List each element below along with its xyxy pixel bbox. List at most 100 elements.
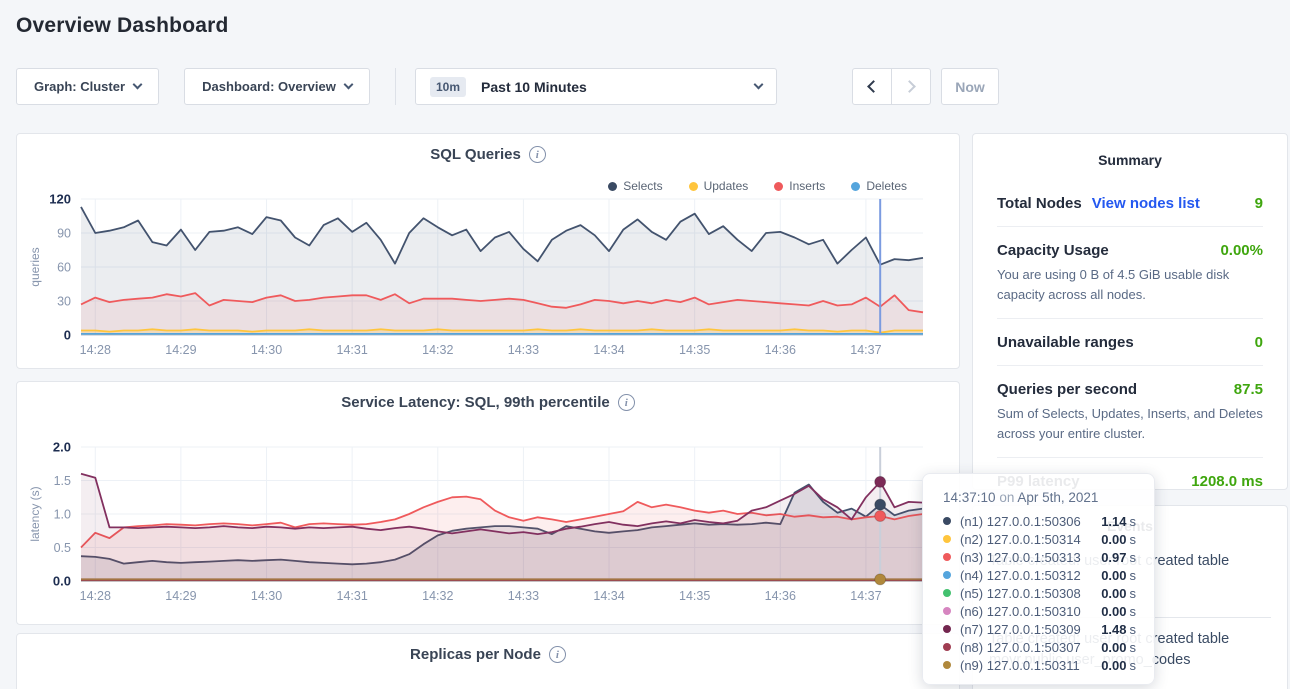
- tooltip-node-unit: s: [1130, 604, 1137, 619]
- x-axis-tick: 14:32: [422, 589, 453, 603]
- chevron-down-icon: [754, 80, 764, 90]
- x-axis-tick: 14:33: [508, 589, 539, 603]
- crosshair-dot: [875, 499, 886, 510]
- now-button[interactable]: Now: [941, 68, 999, 105]
- summary-stat-label: Capacity Usage: [997, 242, 1109, 259]
- summary-row: Unavailable ranges0: [997, 318, 1263, 365]
- tooltip-node-label: (n6) 127.0.0.1:50310: [960, 604, 1081, 619]
- tooltip-node-unit: s: [1130, 586, 1137, 601]
- graph-dropdown-label: Graph: Cluster: [34, 79, 125, 94]
- tooltip-node-dot: [943, 553, 951, 561]
- x-axis-tick: 14:37: [850, 589, 881, 603]
- tooltip-node-unit: s: [1130, 532, 1137, 547]
- summary-stat-label: Total Nodes: [997, 195, 1082, 212]
- crosshair-dot: [875, 574, 886, 585]
- chevron-left-icon: [867, 80, 880, 93]
- time-range-label: Past 10 Minutes: [481, 79, 587, 95]
- tooltip-node-value: 0.00: [1101, 604, 1126, 619]
- chevron-right-icon: [903, 80, 916, 93]
- tooltip-node-unit: s: [1130, 640, 1137, 655]
- summary-rows: Total Nodes View nodes list 9 Capacity Usag…: [973, 180, 1287, 504]
- x-axis-tick: 14:34: [593, 589, 624, 603]
- x-axis-tick: 14:36: [765, 589, 796, 603]
- tooltip-node-label: (n3) 127.0.0.1:50313: [960, 550, 1081, 565]
- tooltip-node-row: (n6) 127.0.0.1:50310 0.00 s: [943, 602, 1136, 620]
- x-axis-tick: 14:35: [679, 589, 710, 603]
- y-axis-unit-label: queries: [28, 247, 42, 286]
- overview-dashboard-page: Overview Dashboard Graph: Cluster Dashbo…: [0, 0, 1290, 689]
- tooltip-node-value: 1.48: [1101, 622, 1126, 637]
- replicas-per-node-card: Replicas per Node i: [16, 633, 960, 689]
- chevron-down-icon: [133, 80, 143, 90]
- tooltip-node-dot: [943, 517, 951, 525]
- summary-stat-value: 0: [1255, 334, 1263, 351]
- tooltip-node-unit: s: [1130, 658, 1137, 673]
- view-nodes-list-link[interactable]: View nodes list: [1092, 195, 1200, 212]
- y-axis-tick: 0.5: [54, 541, 71, 555]
- y-axis-tick: 30: [57, 295, 71, 309]
- summary-row: Capacity Usage0.00% You are using 0 B of …: [997, 226, 1263, 318]
- tooltip-node-row: (n3) 127.0.0.1:503130.97s: [943, 548, 1136, 566]
- info-icon[interactable]: i: [549, 646, 566, 663]
- tooltip-node-dot: [943, 571, 951, 579]
- y-axis-tick: 0: [64, 328, 71, 343]
- x-axis-tick: 14:33: [508, 343, 539, 357]
- now-button-label: Now: [955, 79, 985, 95]
- page-title: Overview Dashboard: [16, 14, 229, 38]
- tooltip-node-label: (n5) 127.0.0.1:50308: [960, 586, 1081, 601]
- tooltip-node-label: (n1) 127.0.0.1:50306: [960, 514, 1081, 529]
- summary-stat-value: 9: [1255, 195, 1263, 212]
- tooltip-node-dot: [943, 607, 951, 615]
- tooltip-node-label: (n4) 127.0.0.1:50312: [960, 568, 1081, 583]
- tooltip-node-row: (n9) 127.0.0.1:503110.00s: [943, 656, 1136, 674]
- time-prev-button[interactable]: [852, 68, 892, 105]
- x-axis-tick: 14:29: [165, 589, 196, 603]
- tooltip-node-row: (n1) 127.0.0.1:503061.14s: [943, 512, 1136, 530]
- sql-queries-chart[interactable]: 14:2814:2914:3014:3114:3214:3314:3414:35…: [17, 134, 961, 370]
- x-axis-tick: 14:30: [251, 343, 282, 357]
- x-axis-tick: 14:34: [593, 343, 624, 357]
- crosshair-dot: [875, 476, 886, 487]
- time-range-picker[interactable]: 10m Past 10 Minutes: [415, 68, 777, 105]
- graph-dropdown[interactable]: Graph: Cluster: [16, 68, 159, 105]
- dashboard-dropdown[interactable]: Dashboard: Overview: [184, 68, 370, 105]
- y-axis-unit-label: latency (s): [28, 486, 42, 541]
- tooltip-node-row: (n4) 127.0.0.1:503120.00s: [943, 566, 1136, 584]
- summary-stat-description: You are using 0 B of 4.5 GiB usable disk…: [997, 265, 1263, 304]
- summary-row: Queries per second87.5Sum of Selects, Up…: [997, 365, 1263, 457]
- tooltip-node-value: 0.00: [1101, 532, 1126, 547]
- x-axis-tick: 14:28: [80, 343, 111, 357]
- tooltip-node-row: (n5) 127.0.0.1:503080.00s: [943, 584, 1136, 602]
- summary-stat-value: 1208.0 ms: [1191, 473, 1263, 490]
- tooltip-node-value: 0.00: [1101, 658, 1126, 673]
- summary-row-head: Capacity Usage0.00%: [997, 242, 1263, 259]
- x-axis-tick: 14:37: [850, 343, 881, 357]
- tooltip-node-dot: [943, 643, 951, 651]
- x-axis-tick: 14:31: [337, 589, 368, 603]
- tooltip-node-dot: [943, 535, 951, 543]
- summary-row: Total Nodes View nodes list 9: [997, 180, 1263, 226]
- x-axis-tick: 14:30: [251, 589, 282, 603]
- x-axis-tick: 14:29: [165, 343, 196, 357]
- tooltip-node-dot: [943, 589, 951, 597]
- service-latency-card: Service Latency: SQL, 99th percentile i …: [16, 381, 960, 625]
- sql-queries-card: SQL Queries i SelectsUpdatesInsertsDelet…: [16, 133, 960, 369]
- summary-row-head: Queries per second87.5: [997, 381, 1263, 398]
- time-next-button[interactable]: [891, 68, 931, 105]
- tooltip-node-label: (n7) 127.0.0.1:50309: [960, 622, 1081, 637]
- tooltip-node-unit: s: [1130, 550, 1137, 565]
- tooltip-node-row: (n2) 127.0.0.1:50314 0.00 s: [943, 530, 1136, 548]
- service-latency-chart[interactable]: 14:28 14:29 14:30 14:31 14:32 14:33 14:34 14:35…: [17, 382, 961, 626]
- summary-stat-label: Queries per second: [997, 381, 1137, 398]
- tooltip-node-unit: s: [1130, 514, 1137, 529]
- y-axis-tick: 60: [57, 261, 71, 275]
- tooltip-node-dot: [943, 661, 951, 669]
- x-axis-tick: 14:28: [80, 589, 111, 603]
- y-axis-tick: 120: [49, 192, 71, 207]
- y-axis-tick: 1.0: [54, 508, 71, 522]
- chevron-down-icon: [343, 80, 353, 90]
- tooltip-node-row: (n8) 127.0.0.1:503070.00s: [943, 638, 1136, 656]
- summary-row-head: Total Nodes View nodes list 9: [997, 195, 1263, 212]
- tooltip-node-label: (n2) 127.0.0.1:50314: [960, 532, 1081, 547]
- summary-panel: Summary Total NodesView nodes list9Capac…: [972, 133, 1288, 490]
